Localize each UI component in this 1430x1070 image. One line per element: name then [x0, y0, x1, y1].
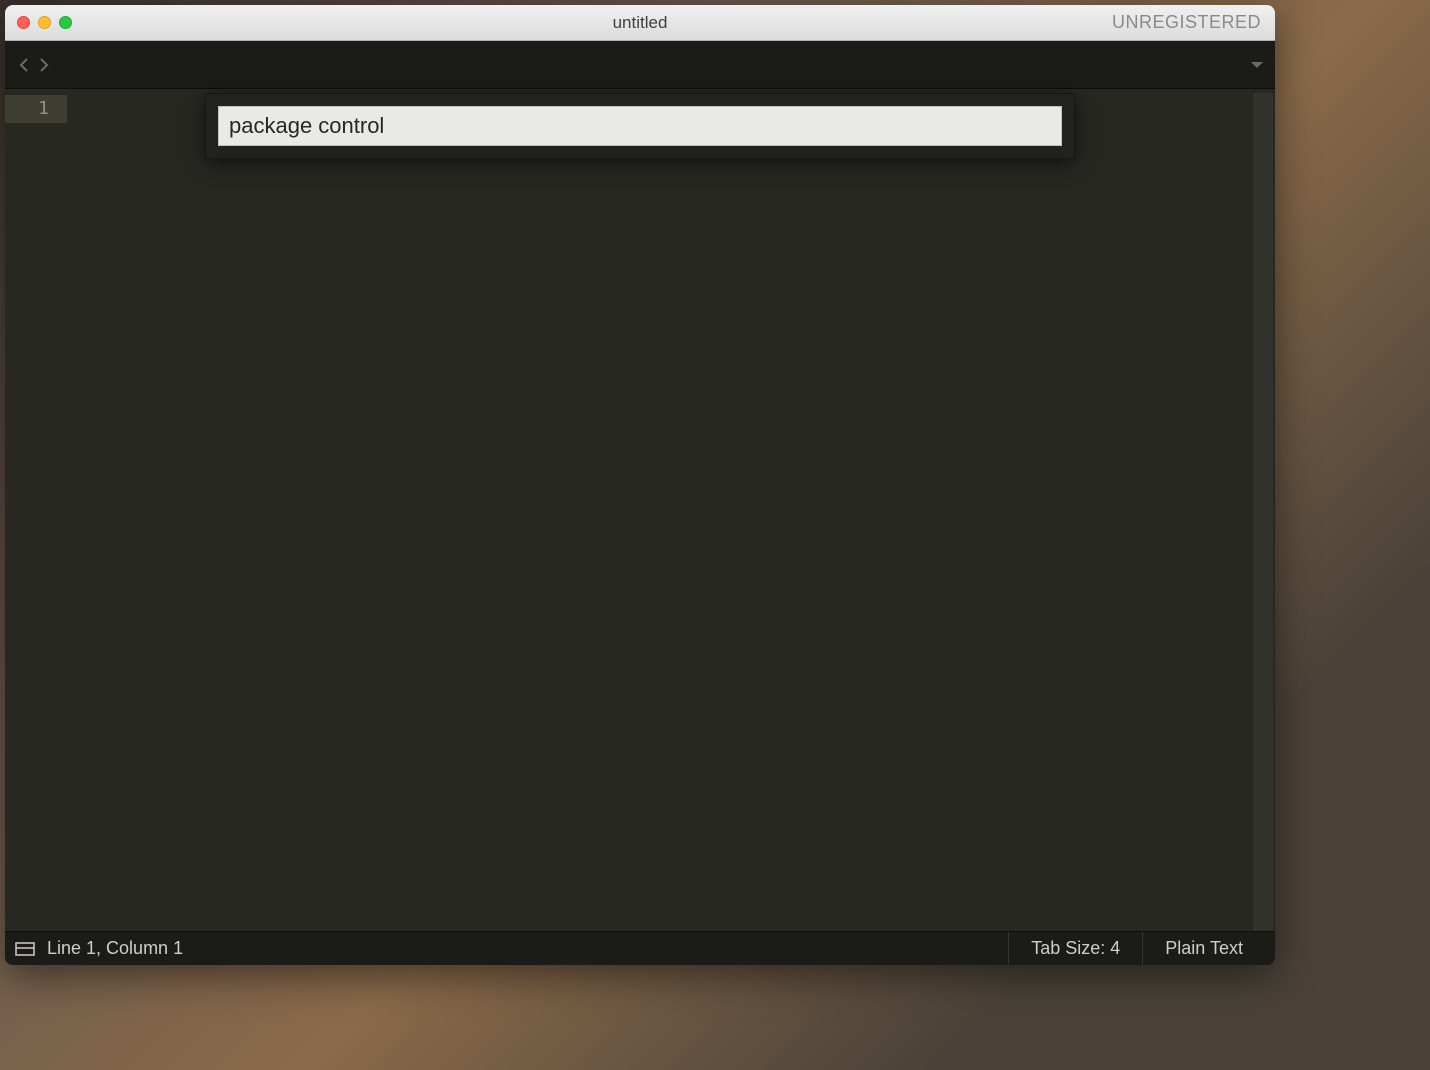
- syntax-button[interactable]: Plain Text: [1142, 932, 1265, 965]
- line-number: 1: [5, 95, 67, 123]
- gutter: 1: [5, 89, 85, 931]
- panel-switcher-icon[interactable]: [15, 941, 35, 957]
- titlebar: untitled UNREGISTERED: [5, 5, 1275, 41]
- tab-size-button[interactable]: Tab Size: 4: [1008, 932, 1142, 965]
- nav-back-button[interactable]: [15, 54, 33, 76]
- tab-dropdown-icon[interactable]: [1249, 59, 1265, 71]
- command-palette-input[interactable]: [218, 106, 1062, 146]
- command-palette: Package Control: Add ChannelPackage Cont…: [205, 93, 1075, 159]
- minimap[interactable]: [1253, 93, 1273, 931]
- status-bar: Line 1, Column 1 Tab Size: 4 Plain Text: [5, 931, 1275, 965]
- editor-area[interactable]: 1 Package Control: Add ChannelPackage Co…: [5, 89, 1275, 931]
- window-title: untitled: [5, 13, 1275, 33]
- editor-window: untitled UNREGISTERED 1 Package Control:…: [5, 5, 1275, 965]
- nav-forward-button[interactable]: [35, 54, 53, 76]
- cursor-position-label: Line 1, Column 1: [47, 938, 183, 959]
- tab-bar: [5, 41, 1275, 89]
- unregistered-label: UNREGISTERED: [1112, 12, 1261, 33]
